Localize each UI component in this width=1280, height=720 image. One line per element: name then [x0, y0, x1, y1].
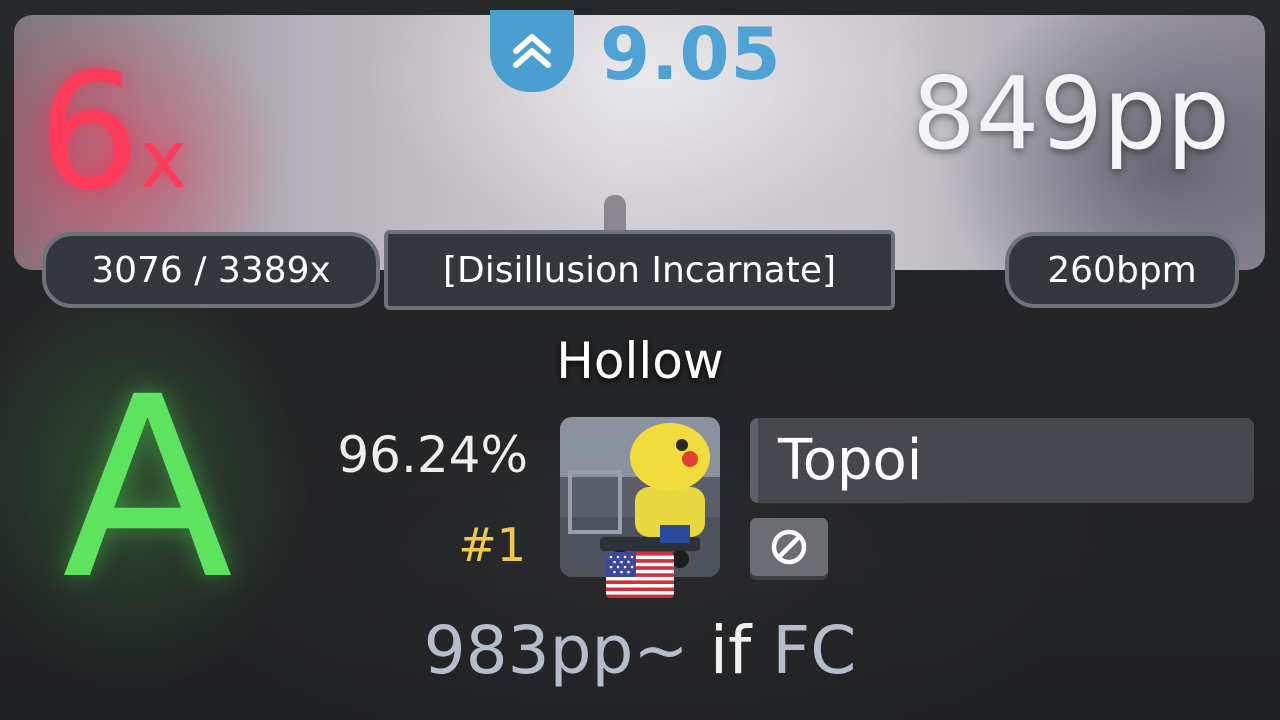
star-rating-value: 9.05: [600, 12, 782, 96]
bpm-pill: 260bpm: [1005, 232, 1239, 308]
combo-multiplier: 6x: [38, 52, 187, 212]
double-chevron-up-icon: [513, 34, 551, 68]
no-fail-icon: [771, 529, 807, 565]
rank-value: #1: [458, 518, 526, 572]
pp-if-fc-word: if: [709, 612, 752, 689]
pp-if-fc-label: FC: [772, 612, 857, 689]
star-rating-badge: [490, 10, 574, 92]
combo-pill: 3076 / 3389x: [42, 232, 380, 308]
pp-value: 849pp: [912, 55, 1230, 172]
pp-if-fc: 983pp~ if FC: [0, 618, 1280, 684]
grade-letter: A: [62, 343, 234, 634]
player-name-box[interactable]: Topoi: [750, 418, 1254, 503]
combo-suffix: x: [139, 113, 188, 206]
accuracy-value: 96.24%: [337, 426, 528, 484]
combo-number: 6: [38, 38, 140, 225]
player-name: Topoi: [778, 427, 923, 493]
us-flag-icon: [606, 552, 674, 598]
pp-if-fc-value: 983pp~: [423, 612, 689, 689]
difficulty-pill: [Disillusion Incarnate]: [384, 230, 895, 310]
mod-badge: [750, 518, 828, 576]
